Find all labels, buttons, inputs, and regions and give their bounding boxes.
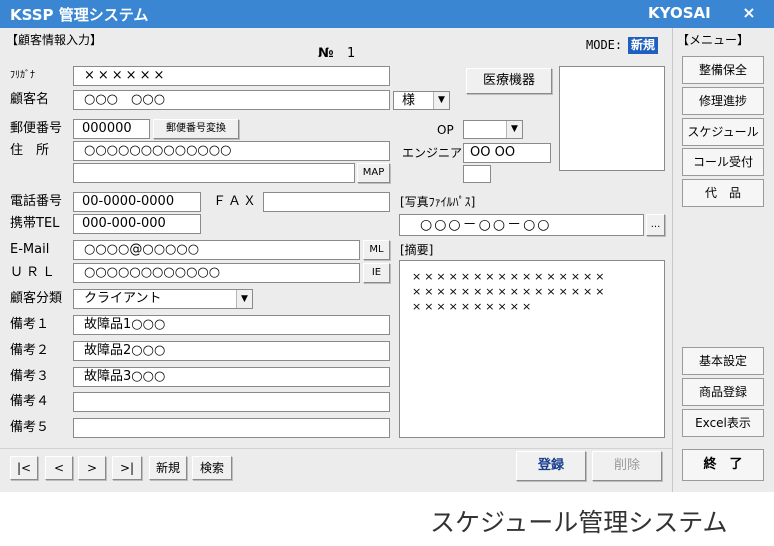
url-label: ＵＲＬ (10, 265, 59, 280)
note-label-1: 備考１ (10, 317, 50, 332)
honorific-select[interactable]: 様 ▼ (393, 91, 450, 110)
customer-name-input[interactable]: ○○○ ○○○ (73, 90, 390, 110)
delete-button[interactable]: 削除 (592, 451, 662, 481)
address-input-2[interactable] (73, 163, 355, 183)
chevron-down-icon: ▼ (506, 121, 522, 138)
mobile-label: 携帯TEL (10, 216, 60, 231)
mode-badge: 新規 (628, 37, 659, 54)
browse-button[interactable]: ... (646, 214, 665, 236)
first-record-button[interactable]: |< (10, 456, 38, 480)
note-label-5: 備考５ (10, 420, 50, 435)
menu-item-call-reception[interactable]: コール受付 (682, 148, 764, 176)
chevron-down-icon: ▼ (433, 92, 449, 109)
ie-button[interactable]: IE (363, 263, 390, 283)
medical-device-button[interactable]: 医療機器 (466, 68, 552, 94)
menu-item-excel-view[interactable]: Excel表示 (682, 409, 764, 437)
prev-record-button[interactable]: < (45, 456, 73, 480)
caption: スケジュール管理システム (430, 508, 728, 537)
last-record-button[interactable]: >| (112, 456, 142, 480)
mode-label: MODE: (586, 38, 623, 52)
category-label: 顧客分類 (10, 291, 63, 306)
phone-input[interactable]: 00-0000-0000 (73, 192, 201, 212)
app-title: KSSP 管理システム (10, 6, 149, 24)
fax-label: ＦＡＸ (213, 194, 259, 209)
photo-path-input[interactable]: ○○○－○○－○○ (399, 214, 644, 236)
op-select[interactable]: ▼ (463, 120, 523, 139)
postal-convert-button[interactable]: 郵便番号変換 (153, 119, 239, 139)
note-label-2: 備考２ (10, 343, 50, 358)
op-label: OP (437, 123, 454, 137)
summary-line: ×××××××××× (412, 300, 535, 313)
customer-name-label: 顧客名 (10, 92, 50, 107)
menu-divider (672, 28, 673, 492)
address-input[interactable]: ○○○○○○○○○○○○○ (73, 141, 390, 161)
menu-item-repair-progress[interactable]: 修理進捗 (682, 87, 764, 115)
photo-preview (559, 66, 665, 171)
search-button[interactable]: 検索 (192, 456, 232, 480)
brand-label: KYOSAI (648, 4, 711, 22)
category-value: クライアント (84, 291, 162, 306)
section-title: 【顧客情報入力】 (6, 33, 103, 47)
form-window: 【顧客情報入力】 № 1 MODE: 新規 ﾌﾘｶﾞﾅ ×××××× 顧客名 ○… (0, 28, 774, 492)
mobile-input[interactable]: 000-000-000 (73, 214, 201, 234)
engineer-input[interactable]: OO OO (463, 143, 551, 163)
engineer-label: エンジニア (402, 146, 463, 160)
phone-label: 電話番号 (10, 194, 63, 209)
postal-code-input[interactable]: 000000 (73, 119, 150, 139)
furigana-input[interactable]: ×××××× (73, 66, 390, 86)
menu-item-substitute[interactable]: 代 品 (682, 179, 764, 207)
record-no-label: № (318, 46, 334, 61)
next-record-button[interactable]: > (78, 456, 106, 480)
record-no-value: 1 (347, 46, 356, 61)
honorific-value: 様 (402, 93, 416, 108)
map-button[interactable]: MAP (357, 163, 390, 183)
email-input[interactable]: ○○○○@○○○○○ (73, 240, 360, 260)
menu-item-basic-settings[interactable]: 基本設定 (682, 347, 764, 375)
note-input-2[interactable]: 故障品2○○○ (73, 341, 390, 361)
furigana-label: ﾌﾘｶﾞﾅ (10, 70, 35, 81)
bottom-divider (0, 448, 672, 449)
fax-input[interactable] (263, 192, 390, 212)
close-icon[interactable]: × (740, 3, 758, 22)
mail-button[interactable]: ML (363, 240, 390, 260)
menu-item-schedule[interactable]: スケジュール (682, 118, 764, 146)
note-label-3: 備考３ (10, 369, 50, 384)
menu-item-product-registration[interactable]: 商品登録 (682, 378, 764, 406)
exit-button[interactable]: 終 了 (682, 449, 764, 481)
title-bar: KSSP 管理システム KYOSAI × (0, 0, 774, 28)
register-button[interactable]: 登録 (516, 451, 586, 481)
note-input-1[interactable]: 故障品1○○○ (73, 315, 390, 335)
engineer-sub-input[interactable] (463, 165, 491, 183)
menu-item-maintenance[interactable]: 整備保全 (682, 56, 764, 84)
category-select[interactable]: クライアント ▼ (73, 289, 253, 309)
postal-code-label: 郵便番号 (10, 121, 63, 136)
email-label: E-Mail (10, 242, 50, 257)
chevron-down-icon: ▼ (236, 290, 252, 308)
summary-label: [摘要] (400, 243, 434, 257)
new-record-button[interactable]: 新規 (149, 456, 187, 480)
address-label: 住 所 (10, 143, 50, 158)
summary-line: ×××××××××××××××× (412, 270, 608, 283)
photo-path-label: [写真ﾌｧｲﾙﾊﾟｽ] (400, 195, 476, 209)
note-input-3[interactable]: 故障品3○○○ (73, 367, 390, 387)
url-input[interactable]: ○○○○○○○○○○○○ (73, 263, 360, 283)
note-input-4[interactable] (73, 392, 390, 412)
note-input-5[interactable] (73, 418, 390, 438)
menu-title: 【メニュー】 (677, 33, 750, 47)
summary-textarea[interactable]: ×××××××××××××××× ×××××××××××××××× ××××××… (399, 260, 665, 438)
summary-line: ×××××××××××××××× (412, 285, 608, 298)
note-label-4: 備考４ (10, 394, 50, 409)
